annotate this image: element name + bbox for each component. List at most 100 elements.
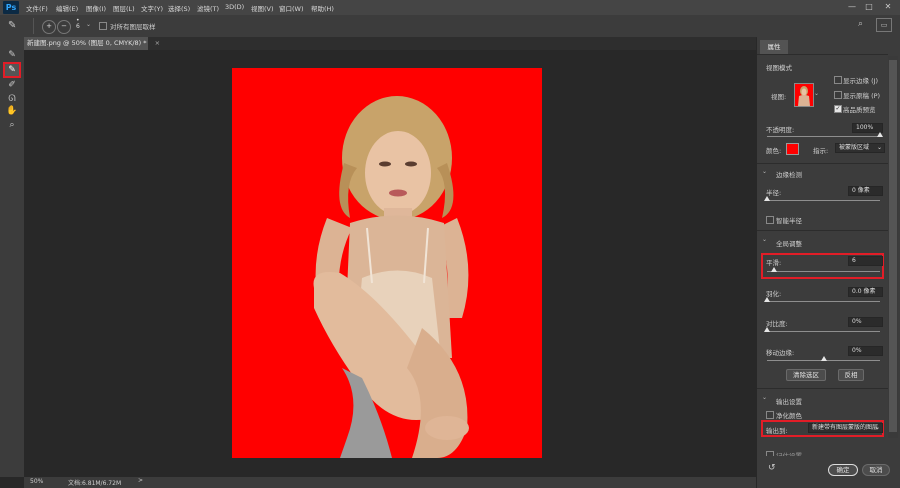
sample-all-layers-checkbox[interactable]: [99, 22, 107, 30]
smooth-slider-thumb[interactable]: [770, 267, 777, 272]
cancel-button[interactable]: 取消: [862, 464, 890, 476]
shift-edge-field[interactable]: 0%: [848, 346, 883, 356]
menu-window[interactable]: 窗口(W): [279, 3, 304, 13]
indicate-select[interactable]: 被蒙版区域 ⌄: [835, 143, 885, 153]
feather-slider-track[interactable]: [767, 301, 880, 302]
brush-icon[interactable]: ✐: [4, 78, 20, 92]
smooth-field[interactable]: 6: [848, 256, 883, 266]
clear-selection-button[interactable]: 清除选区: [786, 369, 826, 381]
chevron-down-icon: ⌄: [874, 424, 880, 431]
subtract-brush-icon[interactable]: −: [57, 20, 71, 34]
menu-select[interactable]: 选择(S): [168, 3, 190, 13]
tab-properties[interactable]: 属性: [760, 40, 788, 54]
menu-image[interactable]: 图像(I): [86, 3, 106, 13]
menu-bar: [0, 0, 900, 15]
panel-scrollbar-thumb[interactable]: [889, 60, 897, 432]
menu-view[interactable]: 视图(V): [251, 3, 274, 13]
smooth-slider-track[interactable]: [767, 271, 880, 272]
options-divider: [33, 18, 34, 34]
menu-edit[interactable]: 编辑(E): [56, 3, 78, 13]
brush-size-icon[interactable]: • 6: [76, 18, 80, 30]
section-divider: [757, 230, 888, 231]
color-swatch[interactable]: [786, 143, 799, 155]
status-menu-arrow[interactable]: >: [138, 477, 143, 484]
contrast-slider-track[interactable]: [767, 331, 880, 332]
decontaminate-label: 净化颜色: [776, 412, 802, 420]
close-window-button[interactable]: ✕: [881, 1, 895, 13]
status-bar: [24, 477, 756, 488]
section-divider: [757, 388, 888, 389]
invert-button[interactable]: 反相: [838, 369, 864, 381]
photoshop-logo: Ps: [3, 1, 19, 14]
document-image[interactable]: [232, 68, 542, 458]
indicate-label: 指示:: [813, 147, 829, 155]
document-info: 文档:6.81M/6.72M: [68, 480, 122, 487]
view-dropdown-chevron-icon[interactable]: ⌄: [814, 90, 819, 97]
show-original-label: 显示原稿 (P): [843, 92, 881, 100]
collapse-chevron-icon[interactable]: ⌄: [762, 394, 767, 401]
opacity-slider-track[interactable]: [767, 136, 880, 137]
menu-3d[interactable]: 3D(D): [225, 3, 244, 11]
menu-file[interactable]: 文件(F): [26, 3, 48, 13]
radius-field[interactable]: 0 像素: [848, 186, 883, 196]
view-thumbnail[interactable]: [794, 83, 814, 107]
output-to-select[interactable]: 新建带有图层蒙版的图层 ⌄: [808, 423, 883, 433]
show-original-checkbox[interactable]: [834, 91, 842, 99]
view-label: 视图:: [771, 93, 787, 101]
contrast-field[interactable]: 0%: [848, 317, 883, 327]
radius-slider-thumb[interactable]: [764, 196, 770, 201]
output-to-select-value: 新建带有图层蒙版的图层: [812, 424, 879, 431]
ok-button[interactable]: 确定: [828, 464, 858, 476]
panel-header-divider: [757, 54, 888, 55]
shift-edge-label: 移动边缘:: [766, 349, 795, 357]
feather-slider-thumb[interactable]: [764, 297, 770, 302]
contrast-slider-thumb[interactable]: [764, 327, 770, 332]
view-thumbnail-image: [798, 86, 810, 106]
menu-layer[interactable]: 图层(L): [113, 3, 135, 13]
workspace-icon[interactable]: ▭: [876, 18, 892, 32]
menu-type[interactable]: 文字(Y): [141, 3, 163, 13]
high-quality-checkbox-checked[interactable]: ✓: [834, 105, 842, 113]
opacity-label: 不透明度:: [766, 126, 795, 134]
smart-radius-checkbox[interactable]: [766, 216, 774, 224]
quick-selection-icon[interactable]: ✎: [4, 48, 20, 62]
document-tab-title: 新建图.png @ 50% (图层 0, CMYK/8) *: [27, 39, 147, 47]
global-refine-title: 全局调整: [776, 240, 802, 248]
minimize-button[interactable]: —: [845, 1, 859, 13]
menu-help[interactable]: 帮助(H): [311, 3, 334, 13]
brush-tool-preset-icon[interactable]: ✎: [8, 20, 16, 31]
zoom-icon[interactable]: ⌕: [4, 118, 20, 132]
sample-all-layers-label: 对所有图层取样: [110, 23, 156, 31]
color-label: 颜色:: [766, 147, 782, 155]
edge-detection-title: 边缘检测: [776, 171, 802, 179]
document-tab[interactable]: 新建图.png @ 50% (图层 0, CMYK/8) * ×: [24, 37, 160, 50]
zoom-level[interactable]: 50%: [30, 478, 43, 485]
output-to-label: 输出到:: [766, 427, 788, 435]
close-tab-icon[interactable]: ×: [155, 39, 160, 47]
refine-edge-brush-icon[interactable]: ✎: [4, 63, 20, 77]
expand-brush-icon[interactable]: +: [42, 20, 56, 34]
reset-icon[interactable]: ↺: [768, 463, 776, 473]
section-divider: [757, 163, 888, 164]
show-edge-label: 显示边缘 (J): [843, 77, 879, 85]
collapse-chevron-icon[interactable]: ⌄: [762, 168, 767, 175]
chevron-down-icon: ⌄: [876, 144, 882, 151]
radius-slider-track[interactable]: [767, 200, 880, 201]
shift-edge-slider-thumb[interactable]: [820, 356, 827, 361]
indicate-select-value: 被蒙版区域: [839, 144, 870, 151]
output-settings-title: 输出设置: [776, 398, 802, 406]
chevron-down-icon[interactable]: ⌄: [86, 21, 91, 28]
feather-field[interactable]: 0.0 像素: [848, 287, 883, 297]
collapse-chevron-icon[interactable]: ⌄: [762, 236, 767, 243]
high-quality-label: 高品质预览: [843, 106, 876, 114]
smooth-label: 平滑:: [766, 259, 782, 267]
maximize-button[interactable]: □: [862, 1, 876, 13]
opacity-slider-thumb[interactable]: [877, 132, 883, 137]
smart-radius-label: 智能半径: [776, 217, 802, 225]
decontaminate-checkbox[interactable]: [766, 411, 774, 419]
show-edge-checkbox[interactable]: [834, 76, 842, 84]
menu-filter[interactable]: 滤镜(T): [197, 3, 219, 13]
search-icon[interactable]: ⌕: [858, 19, 863, 29]
view-mode-title: 视图模式: [766, 64, 792, 72]
hand-icon[interactable]: ✋: [4, 104, 20, 118]
